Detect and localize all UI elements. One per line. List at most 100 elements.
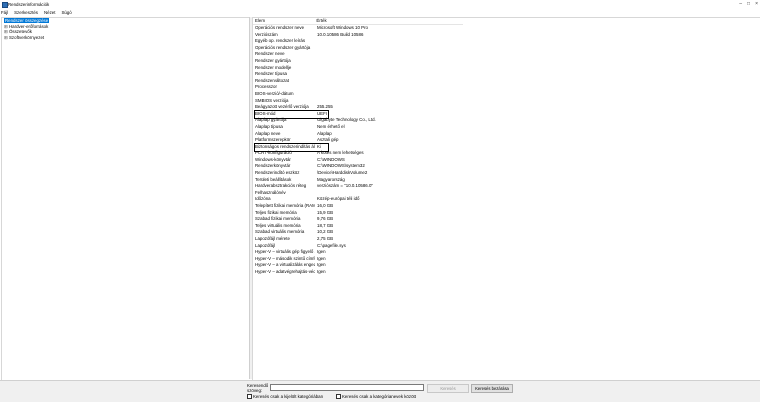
table-row[interactable]: Telepített fizikai memória (RAM) 16,0 GB bbox=[253, 203, 465, 210]
table-row[interactable]: Teljes fizikai memória 15,9 GB bbox=[253, 210, 465, 217]
row-item: Lapozófájl bbox=[255, 242, 276, 248]
row-item: Szabad fizikai memória bbox=[255, 216, 301, 222]
row-value bbox=[315, 84, 465, 91]
table-row[interactable]: Hardverabsztrakciós réteg verziószám = "1… bbox=[253, 183, 465, 190]
table-row[interactable]: Processzor bbox=[253, 84, 465, 91]
tree-item-label: Rendszer összegzése bbox=[4, 18, 50, 23]
row-value: Igen bbox=[317, 268, 326, 274]
checkbox[interactable] bbox=[336, 394, 341, 399]
option-search-names[interactable]: Keresés csak a kategórianevek között bbox=[336, 394, 416, 399]
menu-edit[interactable]: Szerkesztés bbox=[14, 10, 38, 15]
row-value: 10.0.10586 Build 10586 bbox=[317, 31, 364, 37]
close-icon[interactable]: × bbox=[755, 1, 758, 7]
column-header-value[interactable]: Érték bbox=[314, 18, 463, 24]
row-item: Alaplap neve bbox=[255, 130, 281, 136]
table-row[interactable]: Hyper-V – második szintű címfo... Igen bbox=[253, 256, 465, 263]
table-row[interactable]: Egyéb op. rendszer leírás bbox=[253, 38, 465, 45]
option-label: Keresés csak a kategórianevek között bbox=[342, 394, 416, 399]
table-row[interactable]: Rendszerindító eszköz \Device\HarddiskVol… bbox=[253, 170, 465, 177]
table-row[interactable]: Rendszer gyártója bbox=[253, 58, 465, 65]
table-row[interactable]: Rendszer modellje bbox=[253, 65, 465, 72]
table-row[interactable]: Területi beállítások Magyarország bbox=[253, 177, 465, 184]
table-row[interactable]: Alaplap típusa Nem érhető el bbox=[253, 124, 465, 131]
row-item: Alaplap típusa bbox=[255, 123, 283, 129]
column-header-item[interactable]: Elem bbox=[253, 18, 314, 24]
table-row[interactable]: Rendszerkönyvtár C:\WINDOWS\system32 bbox=[253, 163, 465, 170]
row-value: C:\pagefile.sys bbox=[317, 242, 346, 248]
row-item: Felhasználónév bbox=[255, 189, 286, 195]
checkbox[interactable] bbox=[247, 394, 252, 399]
row-value: 15,9 GB bbox=[317, 209, 334, 215]
row-item: Hyper-V – a virtualizálás enged... bbox=[255, 262, 315, 268]
row-value bbox=[315, 71, 465, 78]
table-row[interactable]: BIOS-verzió/-dátum bbox=[253, 91, 465, 98]
row-item: Lapozófájl mérete bbox=[255, 236, 290, 241]
row-item: Operációs rendszer neve bbox=[255, 25, 305, 30]
row-value: 10,2 GB bbox=[317, 229, 334, 235]
table-row[interactable]: Rendszer típusa bbox=[253, 71, 465, 78]
row-item: Rendszerváltozat bbox=[255, 77, 289, 83]
table-row[interactable]: Operációs rendszer neve Microsoft Windows… bbox=[253, 25, 465, 32]
row-value: \Device\HarddiskVolume2 bbox=[317, 170, 368, 176]
table-row[interactable]: Windows-könyvtár C:\WINDOWS bbox=[253, 157, 465, 164]
row-item: Egyéb op. rendszer leírás bbox=[255, 38, 306, 44]
row-value bbox=[315, 65, 465, 72]
table-row[interactable]: Alaplap neve Alaplap bbox=[253, 131, 465, 138]
row-value: C:\WINDOWS bbox=[317, 156, 345, 162]
table-row[interactable]: Felhasználónév bbox=[253, 190, 465, 197]
menu-view[interactable]: Nézet bbox=[44, 10, 55, 15]
row-value: A kötés nem lehetséges bbox=[317, 150, 364, 156]
window-title: Rendszerinformációk bbox=[8, 2, 50, 7]
table-row[interactable]: Rendszer neve bbox=[253, 51, 465, 58]
row-item: Telepített fizikai memória (RAM) bbox=[255, 203, 315, 209]
table-row[interactable]: Rendszerváltozat bbox=[253, 78, 465, 85]
row-value: Alaplap bbox=[317, 130, 332, 136]
maximize-icon[interactable]: □ bbox=[747, 1, 750, 7]
row-item: Rendszer gyártója bbox=[255, 57, 291, 63]
row-item: Windows-könyvtár bbox=[255, 156, 291, 162]
row-value bbox=[315, 78, 465, 85]
list-header: Elem Érték bbox=[253, 18, 463, 25]
table-row[interactable]: Teljes virtuális memória 18,7 GB bbox=[253, 223, 465, 230]
find-input[interactable] bbox=[270, 384, 424, 391]
find-button[interactable]: Keresés bbox=[427, 384, 469, 393]
row-value: UEFI bbox=[317, 110, 328, 116]
table-row[interactable]: Lapozófájl mérete 2,75 GB bbox=[253, 236, 465, 243]
row-value: Asztali gép bbox=[317, 137, 339, 143]
table-row[interactable]: Szabad fizikai memória 9,76 GB bbox=[253, 216, 465, 223]
table-row[interactable]: Lapozófájl C:\pagefile.sys bbox=[253, 243, 465, 250]
table-row[interactable]: Verziószám 10.0.10586 Build 10586 bbox=[253, 32, 465, 39]
row-value: C:\WINDOWS\system32 bbox=[317, 163, 365, 169]
row-item: BIOS-verzió/-dátum bbox=[255, 90, 294, 96]
table-row[interactable]: SMBIOS verziója bbox=[253, 98, 465, 105]
row-item: Rendszerindító eszköz bbox=[255, 170, 300, 176]
table-row[interactable]: Hyper-V – adatvégrehajtás-véd... Igen bbox=[253, 269, 465, 276]
close-find-button[interactable]: Keresés bezárása bbox=[471, 384, 513, 393]
row-item: Teljes fizikai memória bbox=[255, 209, 297, 215]
details-list[interactable]: Elem Érték Operációs rendszer neve Micros… bbox=[252, 17, 760, 381]
menu-file[interactable]: Fájl bbox=[1, 10, 8, 15]
table-row[interactable]: Hyper-V – a virtualizálás enged... Igen bbox=[253, 262, 465, 269]
row-value bbox=[315, 58, 465, 65]
row-value: verziószám = "10.0.10586.0" bbox=[317, 183, 373, 189]
find-label: Keresendő szöveg: bbox=[247, 383, 269, 393]
table-row[interactable]: Szabad virtuális memória 10,2 GB bbox=[253, 229, 465, 236]
table-row[interactable]: Hyper-V – virtuális gép figyelő ... Igen bbox=[253, 249, 465, 256]
option-search-selected[interactable]: Keresés csak a kijelölt kategóriában bbox=[247, 394, 323, 399]
row-item: Hyper-V – második szintű címfo... bbox=[255, 255, 315, 261]
table-row[interactable]: Operációs rendszer gyártója bbox=[253, 45, 465, 52]
table-row[interactable]: Időzóna Közép-európai téli idő bbox=[253, 196, 465, 203]
minimize-icon[interactable]: – bbox=[739, 1, 742, 7]
tree-item-software-environment[interactable]: ⊞Szoftverkörnyezet bbox=[2, 35, 250, 41]
row-value: 2,75 GB bbox=[317, 236, 334, 241]
tree-item-label: Szoftverkörnyezet bbox=[9, 34, 45, 40]
row-value: Igen bbox=[317, 249, 326, 255]
row-value: Gigabyte Technology Co., Ltd. bbox=[317, 117, 376, 123]
row-item: Hardverabsztrakciós réteg bbox=[255, 183, 307, 189]
row-item: Hyper-V – virtuális gép figyelő ... bbox=[255, 249, 315, 255]
menu-help[interactable]: Súgó bbox=[61, 10, 71, 15]
highlight-bios-mode bbox=[254, 110, 329, 119]
row-value: 9,76 GB bbox=[317, 216, 334, 222]
row-value: Igen bbox=[317, 262, 326, 268]
category-tree[interactable]: Rendszer összegzése ⊞Hardver-erőforrások… bbox=[1, 17, 250, 381]
